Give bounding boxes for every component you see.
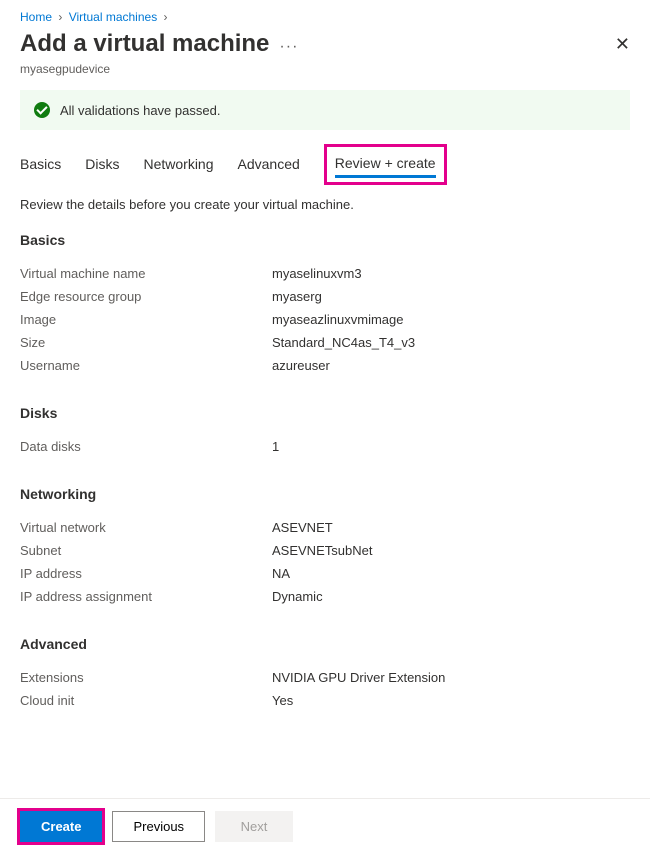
rg-label: Edge resource group [20,289,272,304]
close-icon[interactable]: ✕ [615,34,630,55]
tab-review-create[interactable]: Review + create [335,151,436,178]
ip-assign-value: Dynamic [272,589,323,604]
extensions-label: Extensions [20,670,272,685]
image-value: myaseazlinuxvmimage [272,312,404,327]
disks-heading: Disks [20,405,630,421]
section-basics: Basics Virtual machine namemyaselinuxvm3… [0,232,650,405]
networking-heading: Networking [20,486,630,502]
tab-basics[interactable]: Basics [20,148,61,181]
advanced-heading: Advanced [20,636,630,652]
create-button[interactable]: Create [20,811,102,842]
section-advanced: Advanced ExtensionsNVIDIA GPU Driver Ext… [0,636,650,740]
vnet-value: ASEVNET [272,520,333,535]
data-disks-value: 1 [272,439,279,454]
ip-label: IP address [20,566,272,581]
vnet-label: Virtual network [20,520,272,535]
rg-value: myaserg [272,289,322,304]
tab-advanced[interactable]: Advanced [238,148,300,181]
page-title: Add a virtual machine [20,30,269,58]
breadcrumb: Home › Virtual machines › [0,0,650,30]
description: Review the details before you create you… [0,181,650,232]
chevron-right-icon: › [164,10,168,24]
vm-name-label: Virtual machine name [20,266,272,281]
breadcrumb-home[interactable]: Home [20,10,52,24]
vm-name-value: myaselinuxvm3 [272,266,362,281]
size-label: Size [20,335,272,350]
footer: Create Previous Next [0,798,650,854]
section-networking: Networking Virtual networkASEVNET Subnet… [0,486,650,636]
breadcrumb-vms[interactable]: Virtual machines [69,10,158,24]
next-button: Next [215,811,293,842]
subnet-label: Subnet [20,543,272,558]
more-icon[interactable]: ··· [279,38,298,56]
tab-networking[interactable]: Networking [143,148,213,181]
cloud-init-label: Cloud init [20,693,272,708]
cloud-init-value: Yes [272,693,293,708]
basics-heading: Basics [20,232,630,248]
validation-message: All validations have passed. [60,103,220,118]
tab-review-highlight: Review + create [324,144,447,185]
tab-disks[interactable]: Disks [85,148,119,181]
data-disks-label: Data disks [20,439,272,454]
previous-button[interactable]: Previous [112,811,205,842]
size-value: Standard_NC4as_T4_v3 [272,335,415,350]
extensions-value: NVIDIA GPU Driver Extension [272,670,445,685]
username-value: azureuser [272,358,330,373]
subnet-value: ASEVNETsubNet [272,543,372,558]
ip-value: NA [272,566,290,581]
chevron-right-icon: › [58,10,62,24]
image-label: Image [20,312,272,327]
username-label: Username [20,358,272,373]
subtitle: myasegpudevice [0,62,650,90]
success-icon [34,102,50,118]
section-disks: Disks Data disks1 [0,405,650,486]
tabs: Basics Disks Networking Advanced Review … [0,148,650,181]
ip-assign-label: IP address assignment [20,589,272,604]
validation-banner: All validations have passed. [20,90,630,130]
